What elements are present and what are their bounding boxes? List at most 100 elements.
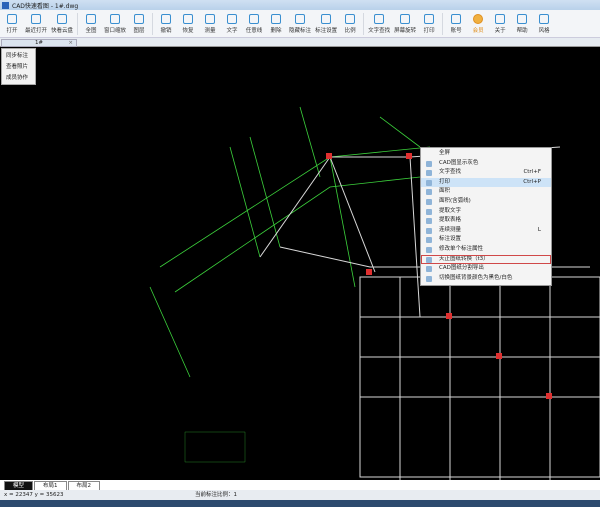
layout-tab[interactable]: 模型 <box>4 481 34 490</box>
menu-item-icon <box>426 170 432 177</box>
toolbar-button-info[interactable]: 关于 <box>489 11 511 37</box>
collab-dropdown: 同步标注 查看照片 成员协作 <box>1 48 36 85</box>
title-bar: CAD快速看图 - 1#.dwg <box>0 0 600 10</box>
document-tab-label: 1# <box>34 40 44 46</box>
menu-item-icon <box>426 275 432 282</box>
toolbar-button-label: 恢复 <box>182 27 194 34</box>
window-title: CAD快速看图 - 1#.dwg <box>12 2 79 10</box>
toolbar-button-folder[interactable]: 打开 <box>1 11 23 37</box>
user-icon <box>451 13 462 24</box>
toolbar-button-label: 全图 <box>85 27 97 34</box>
app-icon <box>2 1 9 9</box>
os-taskbar <box>0 500 600 507</box>
toolbar-separator <box>152 12 154 35</box>
toolbar-button-text[interactable]: 文字 <box>221 11 243 37</box>
layout-tab[interactable]: 布局2 <box>67 481 101 490</box>
dropdown-item[interactable]: 查看照片 <box>2 62 35 73</box>
fit-icon <box>86 13 97 24</box>
menu-item-label: 标注设置 <box>439 236 462 243</box>
close-icon[interactable]: × <box>68 40 73 46</box>
context-menu-item[interactable]: 打印 Ctrl+P <box>421 177 551 188</box>
context-menu-item[interactable]: 文字查找 Ctrl+F <box>421 168 551 178</box>
eye-off-icon <box>295 13 306 24</box>
toolbar-button-label: 测量 <box>204 27 216 34</box>
toolbar-button-label: 任意线 <box>245 27 263 34</box>
context-menu-item[interactable]: 面积 <box>421 187 551 197</box>
menu-item-label: 面积(含弧线) <box>439 197 471 204</box>
info-icon <box>495 13 506 24</box>
toolbar-button-fit[interactable]: 全图 <box>80 11 102 37</box>
text-icon <box>227 13 238 24</box>
context-menu-item[interactable]: 提取文字 <box>421 207 551 217</box>
toolbar-button-label: 快看云盘 <box>51 27 74 34</box>
zoom-window-icon <box>110 13 121 24</box>
menu-item-icon <box>426 198 432 205</box>
toolbar-button-label: 关于 <box>494 27 506 34</box>
layout-tabs: 模型 布局1 布局2 <box>0 480 600 490</box>
toolbar-button-redo[interactable]: 恢复 <box>177 11 199 37</box>
toolbar-button-scale[interactable]: 比例 <box>339 11 361 37</box>
dropdown-item[interactable]: 同步标注 <box>2 51 35 62</box>
toolbar-separator <box>77 12 79 35</box>
context-menu-item[interactable]: 切换图纸背景颜色为黑色/白色 <box>421 274 551 284</box>
toolbar-button-cloud[interactable]: 快看云盘 <box>49 11 75 37</box>
menu-item-label: 切换图纸背景颜色为黑色/白色 <box>439 274 513 281</box>
menu-item-icon <box>426 179 432 186</box>
toolbar-button-label: 标注设置 <box>315 27 338 34</box>
context-menu-item[interactable]: 提取表格 <box>421 216 551 226</box>
dropdown-item[interactable]: 成员协作 <box>2 73 35 84</box>
toolbar-button-style[interactable]: 风格 <box>533 11 555 37</box>
annotation-settings-icon <box>321 13 332 24</box>
menu-item-icon <box>426 160 432 167</box>
document-tab-strip: 1# × <box>0 38 600 47</box>
context-menu-item[interactable]: 全屏 <box>421 149 551 159</box>
menu-item-icon <box>426 256 432 263</box>
context-menu-item[interactable]: CAD图纸分割导出 <box>421 264 551 274</box>
scale-icon <box>345 13 356 24</box>
toolbar-button-label: 窗口缩放 <box>104 27 127 34</box>
menu-item-shortcut: L <box>537 226 541 233</box>
toolbar-button-help[interactable]: 帮助 <box>511 11 533 37</box>
context-menu-item[interactable]: CAD图显示灰色 <box>421 159 551 169</box>
menu-item-label: 文字查找 <box>439 169 462 176</box>
toolbar-button-pen[interactable]: 任意线 <box>243 11 265 37</box>
toolbar-button-rotate[interactable]: 屏幕旋转 <box>392 11 418 37</box>
context-menu-item[interactable]: 修改单个标注属性 <box>421 245 551 255</box>
menu-item-icon <box>426 266 432 273</box>
toolbar-button-eraser[interactable]: 删除 <box>265 11 287 37</box>
context-menu-item[interactable]: 连续测量 L <box>421 226 551 236</box>
toolbar-button-label: 最近打开 <box>25 27 48 34</box>
toolbar-button-clock[interactable]: 最近打开 <box>23 11 49 37</box>
toolbar-button-label: 打印 <box>423 27 435 34</box>
document-tab[interactable]: 1# × <box>1 39 77 47</box>
layers-icon <box>134 13 145 24</box>
toolbar-button-annotation-settings[interactable]: 标注设置 <box>313 11 339 37</box>
layout-tab[interactable]: 布局1 <box>34 481 67 490</box>
menu-item-label: 修改单个标注属性 <box>439 245 484 252</box>
toolbar-button-printer[interactable]: 打印 <box>418 11 440 37</box>
toolbar-button-text-search[interactable]: 文字查找 <box>366 11 392 37</box>
cloud-icon <box>57 13 68 24</box>
toolbar-button-zoom-window[interactable]: 窗口缩放 <box>102 11 128 37</box>
toolbar-button-label: 风格 <box>538 27 550 34</box>
context-menu-item[interactable]: 面积(含弧线) <box>421 197 551 207</box>
toolbar-button-label: 文字查找 <box>368 27 391 34</box>
menu-item-shortcut: Ctrl+F <box>523 169 541 176</box>
coordinates-readout: x = 22347 y = 35623 <box>4 492 64 498</box>
toolbar-button-label: 屏幕旋转 <box>394 27 417 34</box>
toolbar-button-eye-off[interactable]: 隐藏标注 <box>287 11 313 37</box>
toolbar-separator <box>363 12 365 35</box>
eraser-icon <box>271 13 282 24</box>
toolbar-button-label: 打开 <box>6 27 18 34</box>
toolbar-button-user[interactable]: 账号 <box>445 11 467 37</box>
annotation-scale: 当前标注比例：1 <box>195 492 237 498</box>
context-menu-item[interactable]: 天正图纸转换（t3） <box>421 254 551 265</box>
menu-item-label: 打印 <box>439 178 451 185</box>
toolbar-button-layers[interactable]: 图层 <box>128 11 150 37</box>
toolbar-button-undo[interactable]: 撤销 <box>155 11 177 37</box>
toolbar-button-measure[interactable]: 测量 <box>199 11 221 37</box>
toolbar-button-vip[interactable]: 会员 <box>467 11 489 37</box>
context-menu-item[interactable]: 标注设置 <box>421 235 551 245</box>
toolbar-button-label: 账号 <box>450 27 462 34</box>
style-icon <box>539 13 550 24</box>
